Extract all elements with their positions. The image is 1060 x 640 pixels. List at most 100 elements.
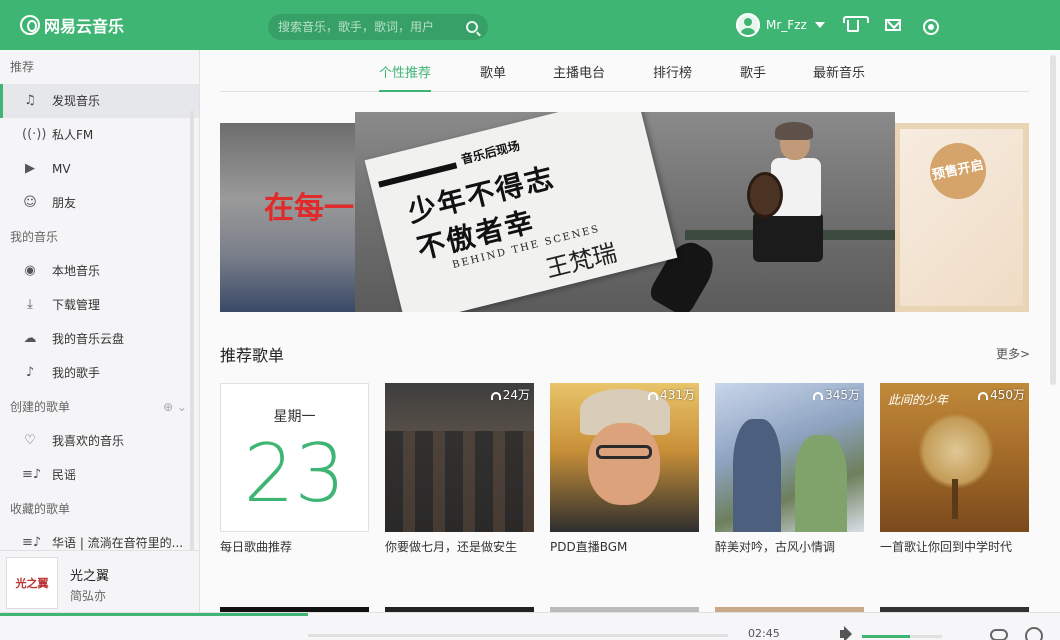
banner-left-text: 在每一 <box>264 191 354 226</box>
playlist-icon: ≡♪ <box>22 535 42 550</box>
sidebar-item-label: 华语 | 流淌在音符里的... <box>52 536 184 550</box>
add-playlist-icon[interactable]: ⊕ ⌄ <box>163 390 187 424</box>
banner-slide-prev[interactable]: 在每一 <box>220 123 360 312</box>
gear-icon[interactable] <box>923 19 939 35</box>
avatar[interactable] <box>736 13 760 37</box>
more-link[interactable]: 更多> <box>996 345 1030 362</box>
sidebar-item-label: MV <box>52 162 71 176</box>
loop-icon[interactable] <box>990 629 1008 640</box>
heart-icon: ♡ <box>24 433 36 448</box>
banner-slide-next[interactable]: 预售开启 <box>894 123 1029 312</box>
playlist-cover[interactable]: 此间的少年 450万 <box>880 383 1029 532</box>
sidebar-item-friends[interactable]: ☺ 朋友 <box>0 186 199 220</box>
app-logo[interactable]: 网易云音乐 <box>20 12 124 38</box>
sidebar-item-fm[interactable]: ((·)) 私人FM <box>0 118 199 152</box>
playlist-name[interactable]: 醉美对吟，古风小情调 <box>715 538 864 555</box>
tab-radio[interactable]: 主播电台 <box>553 62 605 92</box>
playlist-card[interactable]: 24万 你要做七月，还是做安生 <box>385 383 534 555</box>
volume-level <box>862 635 910 638</box>
banner-poster: 音乐后现场 少年不得志 不傲者幸 BEHIND THE SCENES 王梵瑞 <box>364 112 678 312</box>
daily-date: 23 <box>243 427 346 520</box>
sidebar-item-folk[interactable]: ≡♪ 民谣 <box>0 458 199 492</box>
volume-slider[interactable] <box>862 635 942 638</box>
logo-text: 网易云音乐 <box>44 17 125 36</box>
username[interactable]: Mr_Fzz <box>766 18 807 32</box>
daily-calendar[interactable]: 星期一 23 <box>220 383 369 532</box>
playlist-card[interactable]: 345万 醉美对吟，古风小情调 <box>715 383 864 555</box>
cover-title: 此间的少年 <box>888 393 949 407</box>
sidebar-item-discover[interactable]: ♫ 发现音乐 <box>0 84 199 118</box>
sidebar-item-singers[interactable]: ♪ 我的歌手 <box>0 356 199 390</box>
user-menu[interactable]: Mr_Fzz <box>736 13 825 37</box>
singer-icon: ♪ <box>25 365 35 380</box>
tab-new-music[interactable]: 最新音乐 <box>813 62 865 92</box>
playback-progress[interactable] <box>0 613 308 616</box>
main-scrollbar[interactable] <box>1050 55 1056 385</box>
playlist-name[interactable]: 一首歌让你回到中学时代 <box>880 538 1029 555</box>
now-playing-cover[interactable]: 光之翼 <box>6 557 58 609</box>
sidebar-item-cloud[interactable]: ☁ 我的音乐云盘 <box>0 322 199 356</box>
cloud-icon: ☁ <box>23 331 37 346</box>
search-icon[interactable] <box>466 21 478 33</box>
playlist-card[interactable]: 431万 PDD直播BGM <box>550 383 699 555</box>
playlist-card[interactable]: 此间的少年 450万 一首歌让你回到中学时代 <box>880 383 1029 555</box>
main-content: 个性推荐 歌单 主播电台 排行榜 歌手 最新音乐 在每一 预售开启 音乐后现场 … <box>201 50 1048 612</box>
mail-icon[interactable] <box>885 19 901 31</box>
sidebar-item-download[interactable]: ⤓ 下载管理 <box>0 288 199 322</box>
tab-playlists[interactable]: 歌单 <box>480 62 506 92</box>
playlist-icon: ≡♪ <box>22 467 42 482</box>
now-playing-title[interactable]: 光之翼 <box>70 565 109 584</box>
chevron-down-icon[interactable] <box>814 22 825 28</box>
playlist-name[interactable]: PDD直播BGM <box>550 538 699 555</box>
download-icon: ⤓ <box>27 297 33 312</box>
playlist-cover[interactable]: 345万 <box>715 383 864 532</box>
cover-art <box>733 419 781 532</box>
play-count-value: 345万 <box>825 388 860 402</box>
friends-icon: ☺ <box>23 195 37 210</box>
progress-track[interactable] <box>308 634 728 637</box>
banner-carousel[interactable]: 在每一 预售开启 音乐后现场 少年不得志 不傲者幸 BEHIND THE SCE… <box>220 112 1029 312</box>
now-playing-artist[interactable]: 简弘亦 <box>70 587 106 604</box>
sidebar-item-label: 我的歌手 <box>52 366 101 380</box>
daily-recommend-card[interactable]: 星期一 23 每日歌曲推荐 <box>220 383 369 555</box>
tab-personalized[interactable]: 个性推荐 <box>379 62 432 92</box>
play-count-value: 431万 <box>660 388 695 402</box>
headphone-icon <box>978 391 989 400</box>
playlist-cover[interactable]: 24万 <box>385 383 534 532</box>
playlist-name[interactable]: 每日歌曲推荐 <box>220 538 369 555</box>
sidebar-item-collected-playlist[interactable]: ≡♪ 华语 | 流淌在音符里的... <box>0 526 199 550</box>
play-count-value: 450万 <box>990 388 1025 402</box>
disc-icon: ◉ <box>24 263 36 278</box>
headphone-icon <box>490 391 501 400</box>
top-bar: 网易云音乐 Mr_Fzz <box>0 0 1060 50</box>
cover-art <box>918 413 994 489</box>
sidebar-item-label: 下载管理 <box>52 298 101 312</box>
music-note-icon: ♫ <box>24 93 36 108</box>
sidebar: 推荐 ♫ 发现音乐 ((·)) 私人FM ▶ MV ☺ 朋友 我的音乐 ◉ 本地… <box>0 50 200 550</box>
skin-icon[interactable] <box>843 16 869 32</box>
sidebar-section-created: 创建的歌单 ⊕ ⌄ <box>0 390 199 424</box>
sidebar-item-label: 发现音乐 <box>52 94 101 108</box>
banner-slide-current[interactable]: 音乐后现场 少年不得志 不傲者幸 BEHIND THE SCENES 王梵瑞 <box>355 112 895 312</box>
sidebar-item-local[interactable]: ◉ 本地音乐 <box>0 254 199 288</box>
sidebar-item-label: 民谣 <box>52 468 77 482</box>
volume-icon[interactable] <box>840 630 846 638</box>
playlist-cover[interactable]: 431万 <box>550 383 699 532</box>
sidebar-section-my-music: 我的音乐 <box>10 230 59 244</box>
playlist-name[interactable]: 你要做七月，还是做安生 <box>385 538 534 555</box>
sidebar-item-mv[interactable]: ▶ MV <box>0 152 199 186</box>
cover-art <box>385 431 534 532</box>
daily-weekday: 星期一 <box>273 409 316 425</box>
sidebar-scrollbar[interactable] <box>190 110 194 550</box>
play-count: 345万 <box>813 386 860 403</box>
search-box[interactable] <box>268 14 488 40</box>
guitar-shape <box>747 172 783 218</box>
playlist-queue-icon[interactable] <box>1025 627 1043 640</box>
tab-singers[interactable]: 歌手 <box>740 62 766 92</box>
discover-tabs: 个性推荐 歌单 主播电台 排行榜 歌手 最新音乐 <box>220 50 1029 92</box>
search-input[interactable] <box>278 20 466 34</box>
tab-charts[interactable]: 排行榜 <box>653 62 692 92</box>
sidebar-item-liked[interactable]: ♡ 我喜欢的音乐 <box>0 424 199 458</box>
now-playing-mini[interactable]: 光之翼 光之翼 简弘亦 <box>0 550 200 612</box>
sidebar-item-label: 朋友 <box>52 196 77 210</box>
